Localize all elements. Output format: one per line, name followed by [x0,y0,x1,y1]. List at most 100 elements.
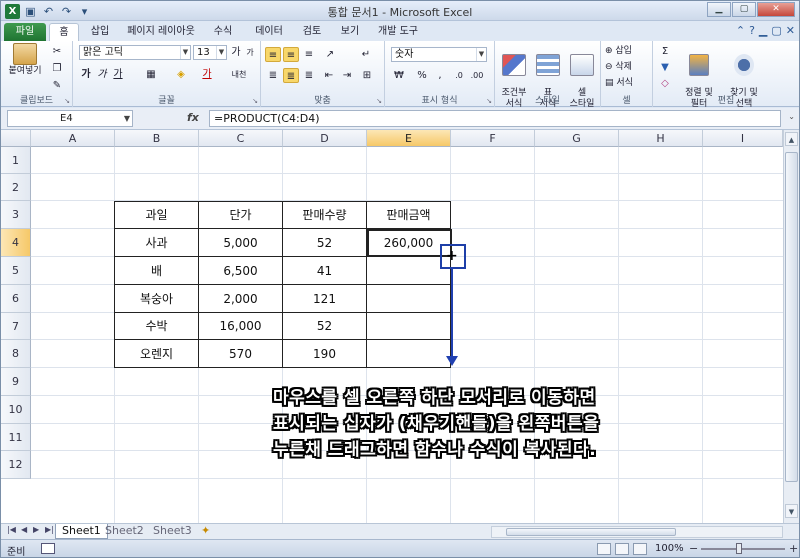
align-center-icon[interactable]: ≣ [283,68,299,83]
row-header[interactable]: 6 [1,285,31,313]
table-cell[interactable]: 16,000 [199,313,283,340]
next-sheet-icon[interactable]: ▶ [33,525,39,534]
tab-page-layout[interactable]: 페이지 레이아웃 [125,23,197,41]
font-color-icon[interactable]: 가 [199,67,215,82]
row-header[interactable]: 2 [1,174,31,201]
table-cell[interactable]: 121 [283,285,367,313]
delete-cells-button[interactable]: ⊖ 삭제 [605,60,649,75]
minimize-ribbon-icon[interactable]: ⌃ [736,24,745,37]
table-cell[interactable] [367,257,451,285]
autosum-icon[interactable]: Σ [657,44,673,59]
font-launcher-icon[interactable]: ↘ [252,97,258,105]
table-header-cell[interactable]: 판매수량 [283,201,367,229]
merge-center-icon[interactable]: ⊞ [357,68,377,83]
column-header[interactable]: D [283,130,367,147]
tab-file[interactable]: 파일 [4,23,46,41]
tab-developer[interactable]: 개발 도구 [373,23,423,41]
table-cell[interactable] [367,313,451,340]
percent-icon[interactable]: % [415,68,429,83]
tab-view[interactable]: 보기 [335,23,365,41]
formula-input[interactable]: =PRODUCT(C4:D4) [209,110,781,127]
clipboard-launcher-icon[interactable]: ↘ [64,97,70,105]
close-button[interactable]: ✕ [757,2,795,17]
number-launcher-icon[interactable]: ↘ [486,97,492,105]
increase-decimal-icon[interactable]: .0 [451,68,467,83]
borders-icon[interactable]: ▦ [143,67,159,82]
number-format-combo[interactable]: 숫자 ▼ [391,47,487,62]
vertical-scrollbar[interactable]: ▲ ▼ [783,130,799,523]
table-cell[interactable]: 5,000 [199,229,283,257]
worksheet-grid[interactable]: A B C D E F G H I 1 2 3 4 5 6 7 8 9 10 1… [1,130,783,523]
horizontal-scroll-thumb[interactable] [506,528,676,536]
row-header[interactable]: 1 [1,147,31,174]
format-cells-button[interactable]: ▤ 서식 [605,76,649,91]
tab-insert[interactable]: 삽입 [85,23,115,41]
align-right-icon[interactable]: ≣ [301,68,317,83]
row-header[interactable]: 11 [1,424,31,451]
fill-handle-cursor-icon[interactable]: + [446,249,458,263]
doc-close-icon[interactable]: ✕ [786,24,795,37]
table-header-cell[interactable]: 과일 [115,201,199,229]
tab-data[interactable]: 데이터 [249,23,289,41]
table-cell[interactable]: 6,500 [199,257,283,285]
row-header[interactable]: 3 [1,201,31,229]
vertical-scroll-thumb[interactable] [785,152,798,482]
table-cell[interactable]: 52 [283,313,367,340]
table-cell[interactable]: 오렌지 [115,340,199,368]
tab-review[interactable]: 검토 [297,23,327,41]
first-sheet-icon[interactable]: |◀ [7,525,16,534]
currency-icon[interactable]: ₩ [391,68,407,83]
cut-icon[interactable]: ✂ [49,44,65,59]
fill-icon[interactable]: ▼ [657,60,673,75]
align-bottom-icon[interactable]: ≡ [301,47,317,62]
horizontal-scrollbar[interactable] [491,526,783,538]
column-header-selected[interactable]: E [367,130,451,147]
comma-style-icon[interactable]: , [433,68,447,83]
format-painter-icon[interactable]: ✎ [49,78,65,93]
minimize-button[interactable]: ▁ [707,2,731,17]
bold-button[interactable]: 가 [79,67,93,82]
alignment-launcher-icon[interactable]: ↘ [376,97,382,105]
sheet-tab-sheet2[interactable]: Sheet2 [99,524,150,539]
zoom-slider-knob[interactable] [736,543,742,554]
tab-formulas[interactable]: 수식 [207,23,239,41]
row-header[interactable]: 10 [1,396,31,424]
column-header[interactable]: H [619,130,703,147]
column-header[interactable]: G [535,130,619,147]
grow-font-icon[interactable]: 가 [229,45,243,60]
paste-button[interactable]: 붙여넣기 [5,43,45,77]
table-cell[interactable]: 52 [283,229,367,257]
table-cell[interactable]: 수박 [115,313,199,340]
table-cell[interactable]: 복숭아 [115,285,199,313]
table-cell[interactable]: 2,000 [199,285,283,313]
doc-minimize-icon[interactable]: ▁ [759,24,767,37]
fill-color-icon[interactable]: ◈ [173,67,189,82]
scroll-down-icon[interactable]: ▼ [785,504,798,518]
page-break-view-icon[interactable] [633,543,647,555]
table-header-cell[interactable]: 단가 [199,201,283,229]
zoom-out-icon[interactable]: − [689,542,698,555]
font-name-combo[interactable]: 맑은 고딕 ▼ [79,45,191,60]
table-cell[interactable] [367,285,451,313]
scroll-up-icon[interactable]: ▲ [785,132,798,146]
copy-icon[interactable]: ❐ [49,61,65,76]
normal-view-icon[interactable] [597,543,611,555]
tab-home[interactable]: 홈 [49,23,79,41]
align-top-icon[interactable]: ≡ [265,47,281,62]
shrink-font-icon[interactable]: 가 [243,45,257,60]
column-header[interactable]: B [115,130,199,147]
last-sheet-icon[interactable]: ▶| [45,525,54,534]
table-cell[interactable]: 570 [199,340,283,368]
insert-cells-button[interactable]: ⊕ 삽입 [605,44,649,59]
row-header[interactable]: 5 [1,257,31,285]
decrease-decimal-icon[interactable]: .00 [469,68,485,83]
font-size-combo[interactable]: 13 ▼ [193,45,227,60]
column-header[interactable]: I [703,130,783,147]
insert-function-icon[interactable]: fx [187,111,199,124]
underline-button[interactable]: 가 [111,67,125,82]
orientation-icon[interactable]: ↗ [321,47,339,62]
row-header-selected[interactable]: 4 [1,229,31,257]
sheet-tab-sheet3[interactable]: Sheet3 [147,524,198,539]
row-header[interactable]: 12 [1,451,31,479]
prev-sheet-icon[interactable]: ◀ [21,525,27,534]
